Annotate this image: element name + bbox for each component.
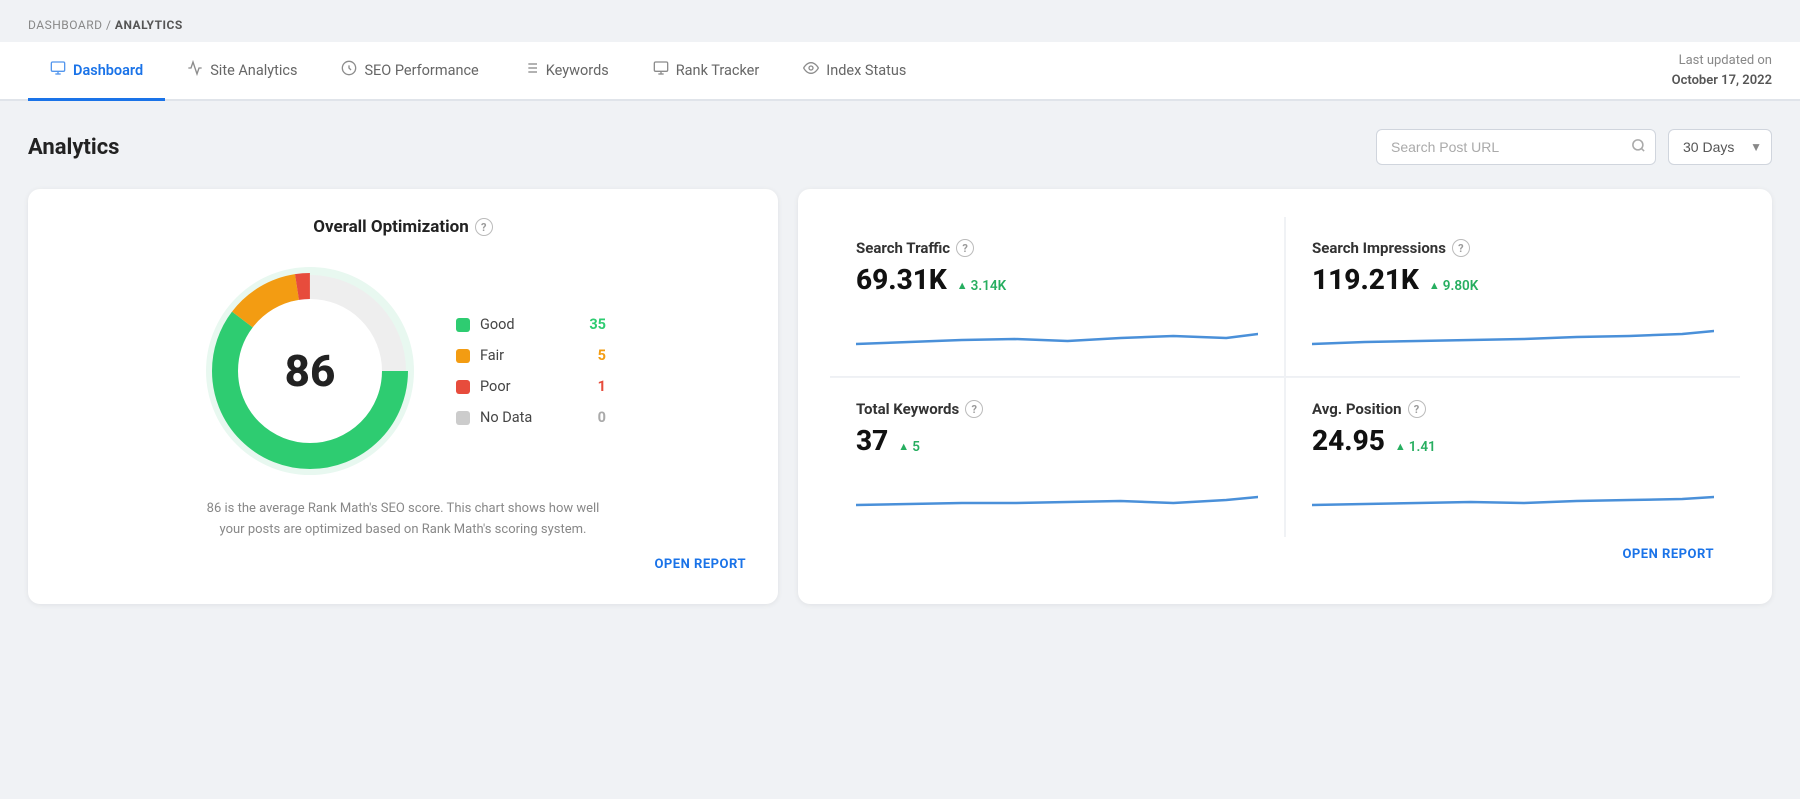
total-keywords-delta: ▲ 5 xyxy=(898,439,920,455)
search-traffic-help-icon[interactable]: ? xyxy=(956,239,974,257)
donut-score: 86 xyxy=(285,345,336,397)
chart-icon xyxy=(187,60,203,80)
search-url-input[interactable] xyxy=(1376,129,1656,165)
metric-total-keywords-values: 37 ▲ 5 xyxy=(856,424,1258,457)
tab-keywords[interactable]: Keywords xyxy=(501,42,631,101)
legend-label-fair: Fair xyxy=(480,347,576,364)
tab-seo-performance-label: SEO Performance xyxy=(364,62,478,79)
legend-label-nodata: No Data xyxy=(480,409,576,426)
search-impressions-sparkline xyxy=(1312,306,1714,354)
legend-value-poor: 1 xyxy=(586,378,606,395)
tab-keywords-label: Keywords xyxy=(546,62,609,79)
legend-fair: Fair 5 xyxy=(456,347,606,364)
optimization-title: Overall Optimization ? xyxy=(313,217,493,237)
legend-label-poor: Poor xyxy=(480,378,576,395)
metric-search-traffic-values: 69.31K ▲ 3.14K xyxy=(856,263,1258,296)
page-title: Analytics xyxy=(28,135,119,160)
search-url-wrapper xyxy=(1376,129,1656,165)
tab-site-analytics-label: Site Analytics xyxy=(210,62,297,79)
tab-seo-performance[interactable]: SEO Performance xyxy=(319,42,500,101)
tab-rank-tracker-label: Rank Tracker xyxy=(676,62,760,79)
metric-search-impressions-values: 119.21K ▲ 9.80K xyxy=(1312,263,1714,296)
search-impressions-delta: ▲ 9.80K xyxy=(1429,278,1478,294)
metric-total-keywords-title: Total Keywords ? xyxy=(856,400,1258,418)
avg-position-delta: ▲ 1.41 xyxy=(1395,439,1436,455)
days-select[interactable]: 7 Days 14 Days 30 Days 90 Days xyxy=(1668,129,1772,165)
legend-good: Good 35 xyxy=(456,316,606,333)
optimization-legend: Good 35 Fair 5 Poor 1 N xyxy=(456,316,606,426)
legend-dot-fair xyxy=(456,349,470,363)
tab-rank-tracker[interactable]: Rank Tracker xyxy=(631,42,782,101)
last-updated: Last updated on October 17, 2022 xyxy=(1672,51,1772,90)
donut-chart: 86 xyxy=(200,261,420,481)
breadcrumb: DASHBOARD / ANALYTICS xyxy=(0,0,1800,42)
legend-value-good: 35 xyxy=(586,316,606,333)
avg-position-value: 24.95 xyxy=(1312,424,1385,457)
total-keywords-sparkline xyxy=(856,467,1258,515)
legend-dot-good xyxy=(456,318,470,332)
legend-poor: Poor 1 xyxy=(456,378,606,395)
metric-total-keywords: Total Keywords ? 37 ▲ 5 xyxy=(830,377,1285,537)
metric-search-traffic: Search Traffic ? 69.31K ▲ 3.14K xyxy=(830,217,1285,377)
metric-search-impressions: Search Impressions ? 119.21K ▲ 9.80K xyxy=(1285,217,1740,377)
metrics-card-footer: OPEN REPORT xyxy=(830,537,1740,576)
total-keywords-help-icon[interactable]: ? xyxy=(965,400,983,418)
breadcrumb-current: ANALYTICS xyxy=(115,18,183,32)
arrow-up-icon-2: ▲ xyxy=(1429,279,1440,292)
legend-value-nodata: 0 xyxy=(586,409,606,426)
open-report-left-link[interactable]: OPEN REPORT xyxy=(654,557,746,572)
tab-index-status-label: Index Status xyxy=(826,62,906,79)
tab-dashboard-label: Dashboard xyxy=(73,62,143,79)
metric-avg-position-title: Avg. Position ? xyxy=(1312,400,1714,418)
legend-dot-nodata xyxy=(456,411,470,425)
monitor-icon xyxy=(50,60,66,80)
main-content: Analytics 7 Days 14 Days 30 Days 90 Days… xyxy=(0,101,1800,604)
legend-label-good: Good xyxy=(480,316,576,333)
optimization-card: Overall Optimization ? xyxy=(28,189,778,604)
gauge-icon xyxy=(341,60,357,80)
tab-dashboard[interactable]: Dashboard xyxy=(28,42,165,101)
search-impressions-value: 119.21K xyxy=(1312,263,1419,296)
total-keywords-value: 37 xyxy=(856,424,888,457)
search-traffic-value: 69.31K xyxy=(856,263,947,296)
tab-index-status[interactable]: Index Status xyxy=(781,42,928,101)
header-controls: 7 Days 14 Days 30 Days 90 Days ▼ xyxy=(1376,129,1772,165)
metric-search-traffic-title: Search Traffic ? xyxy=(856,239,1258,257)
search-traffic-sparkline xyxy=(856,306,1258,354)
breadcrumb-dashboard[interactable]: DASHBOARD xyxy=(28,18,102,32)
arrow-up-icon-3: ▲ xyxy=(898,440,909,453)
legend-dot-poor xyxy=(456,380,470,394)
tab-site-analytics[interactable]: Site Analytics xyxy=(165,42,319,101)
days-filter-wrapper: 7 Days 14 Days 30 Days 90 Days ▼ xyxy=(1668,129,1772,165)
optimization-help-icon[interactable]: ? xyxy=(475,218,493,236)
list-icon xyxy=(523,60,539,80)
avg-position-sparkline xyxy=(1312,467,1714,515)
metrics-card: Search Traffic ? 69.31K ▲ 3.14K Searc xyxy=(798,189,1772,604)
tabs-list: Dashboard Site Analytics SEO Performance… xyxy=(28,42,928,99)
search-impressions-help-icon[interactable]: ? xyxy=(1452,239,1470,257)
search-icon[interactable] xyxy=(1631,138,1646,157)
open-report-right-link[interactable]: OPEN REPORT xyxy=(1622,547,1714,562)
legend-nodata: No Data 0 xyxy=(456,409,606,426)
breadcrumb-separator: / xyxy=(106,18,111,32)
donut-section: 86 Good 35 Fair 5 xyxy=(60,261,746,481)
analytics-header: Analytics 7 Days 14 Days 30 Days 90 Days… xyxy=(28,129,1772,165)
legend-value-fair: 5 xyxy=(586,347,606,364)
arrow-up-icon: ▲ xyxy=(957,279,968,292)
arrow-up-icon-4: ▲ xyxy=(1395,440,1406,453)
last-updated-date: October 17, 2022 xyxy=(1672,73,1772,88)
metric-avg-position-values: 24.95 ▲ 1.41 xyxy=(1312,424,1714,457)
cards-row: Overall Optimization ? xyxy=(28,189,1772,604)
metric-search-impressions-title: Search Impressions ? xyxy=(1312,239,1714,257)
monitor2-icon xyxy=(653,60,669,80)
search-traffic-delta: ▲ 3.14K xyxy=(957,278,1006,294)
eye-icon xyxy=(803,60,819,80)
optimization-description: 86 is the average Rank Math's SEO score.… xyxy=(193,499,613,541)
avg-position-help-icon[interactable]: ? xyxy=(1408,400,1426,418)
last-updated-label: Last updated on xyxy=(1679,53,1772,68)
metric-avg-position: Avg. Position ? 24.95 ▲ 1.41 xyxy=(1285,377,1740,537)
tabs-bar: Dashboard Site Analytics SEO Performance… xyxy=(0,42,1800,101)
